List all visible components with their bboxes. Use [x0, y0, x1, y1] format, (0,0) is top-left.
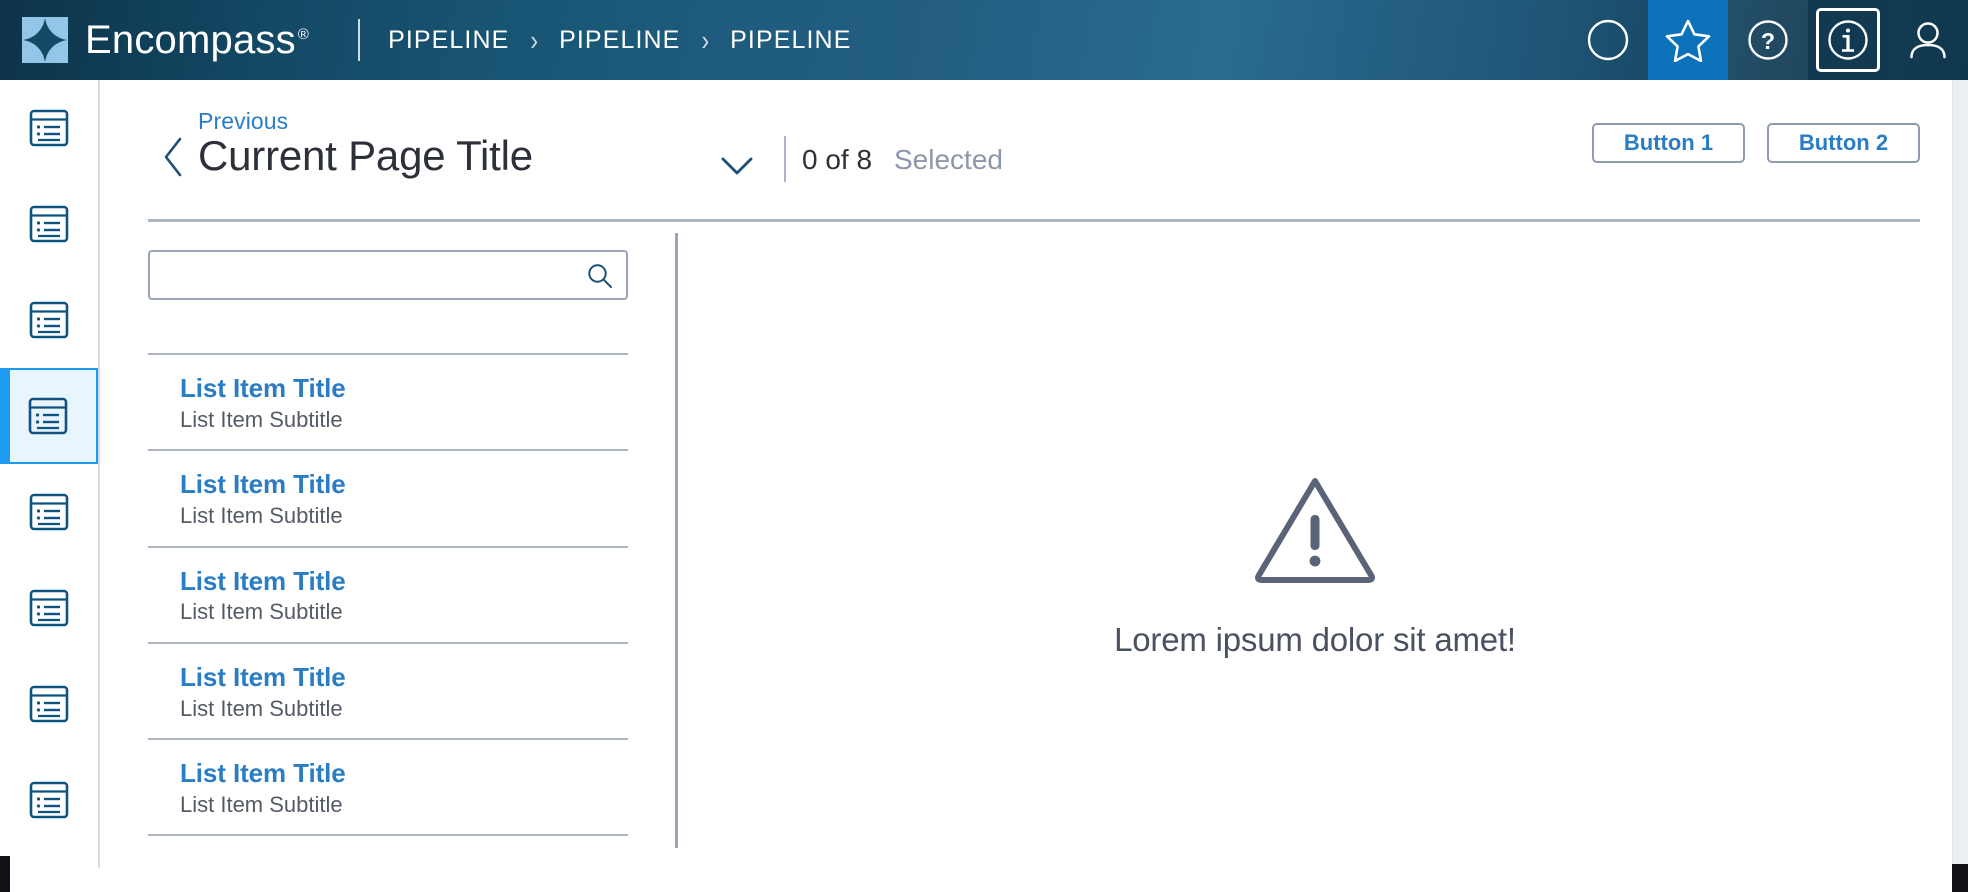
breadcrumb: PIPELINE › PIPELINE › PIPELINE: [388, 23, 851, 56]
sidebar-item-4[interactable]: [0, 368, 98, 464]
breadcrumb-item-2[interactable]: PIPELINE: [559, 26, 680, 55]
list-item[interactable]: List Item Title List Item Subtitle: [148, 451, 628, 548]
list-item-subtitle: List Item Subtitle: [180, 792, 343, 818]
registered-mark: ®: [297, 25, 310, 43]
favorite-button[interactable]: [1648, 0, 1728, 80]
breadcrumb-item-1[interactable]: PIPELINE: [388, 26, 509, 55]
app-root: Encompass ® PIPELINE › PIPELINE › PIPELIN…: [0, 0, 1968, 892]
list-item-subtitle: List Item Subtitle: [180, 406, 343, 432]
chevron-left-icon[interactable]: [160, 136, 186, 178]
info-button[interactable]: [1808, 0, 1888, 80]
question-icon: ?: [1747, 19, 1789, 61]
brand[interactable]: Encompass ®: [0, 0, 309, 80]
search-icon[interactable]: [587, 263, 613, 289]
sidebar-item-6[interactable]: [0, 560, 98, 656]
list-item[interactable]: List Item Title List Item Subtitle: [148, 644, 628, 741]
list-item-title: List Item Title: [180, 373, 346, 403]
page-title: Current Page Title: [198, 132, 533, 179]
four-point-star-logo: [22, 17, 68, 63]
star-icon: [1665, 18, 1711, 62]
list-item-title: List Item Title: [180, 565, 346, 596]
person-icon: [1906, 19, 1950, 61]
search-box[interactable]: [148, 250, 628, 300]
sidebar-item-8[interactable]: [0, 752, 98, 848]
svg-text:?: ?: [1761, 28, 1775, 54]
empty-state: Lorem ipsum dolor sit amet!: [1114, 471, 1516, 659]
list-item-title: List Item Title: [180, 758, 346, 789]
breadcrumb-item-3[interactable]: PIPELINE: [730, 26, 851, 55]
sidebar-item-3[interactable]: [0, 272, 98, 368]
sidebar-item-7[interactable]: [0, 656, 98, 752]
list-window-icon: [27, 395, 69, 437]
selection-label: Selected: [894, 144, 1003, 175]
list-item[interactable]: List Item Title List Item Subtitle: [148, 740, 628, 837]
list-item-title: List Item Title: [180, 469, 346, 500]
sidebar-item-5[interactable]: [0, 464, 98, 560]
chevron-down-icon[interactable]: [720, 155, 754, 177]
list-window-icon: [28, 203, 70, 245]
list-item-title: List Item Title: [180, 661, 346, 692]
header-divider: [784, 136, 786, 182]
list-item-subtitle: List Item Subtitle: [180, 599, 343, 625]
sidebar-item-1[interactable]: [0, 80, 98, 176]
bottom-right-nub: [1952, 864, 1968, 892]
list-item[interactable]: List Item Title List Item Subtitle: [148, 548, 628, 644]
list-item-subtitle: List Item Subtitle: [180, 695, 343, 721]
chevron-right-icon: ›: [701, 23, 710, 56]
list-window-icon: [28, 299, 70, 341]
top-header-bar: Encompass ® PIPELINE › PIPELINE › PIPELIN…: [0, 0, 1968, 80]
account-button[interactable]: [1888, 0, 1968, 80]
list-window-icon: [28, 779, 70, 821]
button-2[interactable]: Button 2: [1767, 123, 1920, 163]
list-item[interactable]: List Item Title List Item Subtitle: [148, 355, 628, 452]
circle-icon-button[interactable]: [1568, 0, 1648, 80]
info-icon: [1827, 19, 1869, 61]
selection-count: 0 of 8: [802, 144, 873, 175]
warning-triangle-icon: [1251, 471, 1379, 587]
sidebar-item-2[interactable]: [0, 176, 98, 272]
bottom-bar: [0, 868, 1968, 892]
header-button-group: Button 1 Button 2: [1592, 123, 1920, 163]
sidebar-nav: [0, 80, 100, 868]
list-window-icon: [28, 491, 70, 533]
previous-link[interactable]: Previous: [198, 108, 288, 135]
list-window-icon: [28, 683, 70, 725]
detail-panel: Lorem ipsum dolor sit amet!: [678, 222, 1968, 868]
button-1[interactable]: Button 1: [1592, 123, 1745, 163]
brand-name-text: Encompass: [85, 18, 296, 62]
header-actions: ?: [1568, 0, 1968, 80]
page-header: Previous Current Page Title 0 of 8 Selec…: [102, 80, 1968, 220]
search-input[interactable]: [150, 252, 626, 298]
circle-icon: [1587, 19, 1629, 61]
list-panel: List Item Title List Item Subtitle List …: [148, 250, 628, 837]
empty-state-message: Lorem ipsum dolor sit amet!: [1114, 621, 1516, 658]
list-item-subtitle: List Item Subtitle: [180, 503, 343, 529]
list-window-icon: [28, 107, 70, 149]
chevron-right-icon: ›: [530, 23, 539, 56]
vertical-scrollbar[interactable]: [1952, 80, 1968, 892]
brand-name: Encompass ®: [85, 20, 309, 60]
bottom-left-nub: [0, 856, 10, 892]
brand-divider: [358, 19, 361, 61]
help-button[interactable]: ?: [1728, 0, 1808, 80]
list-window-icon: [28, 587, 70, 629]
